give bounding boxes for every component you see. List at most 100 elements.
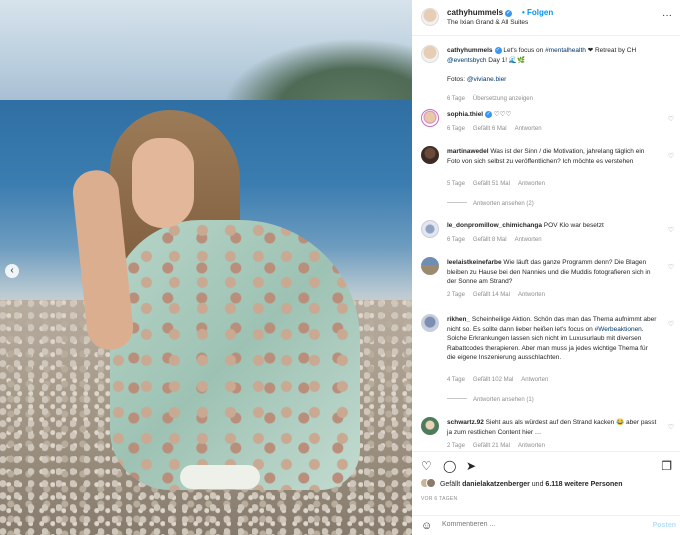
mention-link[interactable]: @eventsbych <box>447 57 486 64</box>
comment-username[interactable]: leelaistkeinefarbe <box>447 259 502 266</box>
post-panel: cathyhummels ✓ • Folgen The Ixian Grand &… <box>412 0 680 535</box>
follow-button[interactable]: • Folgen <box>522 8 553 17</box>
comment-avatar[interactable] <box>421 257 439 275</box>
comment-input[interactable] <box>442 521 632 528</box>
comment-avatar[interactable] <box>421 109 439 127</box>
comments-list[interactable]: cathyhummels ✓ Let's focus on #mentalheal… <box>412 37 680 451</box>
comment-avatar[interactable] <box>421 314 439 332</box>
comment-likes[interactable]: Gefällt 8 Mal <box>473 237 507 243</box>
post-photo[interactable]: ‹ <box>0 0 412 535</box>
comment-meta: 6 Tage Gefällt 6 Mal Antworten <box>447 126 550 132</box>
photo-face <box>132 138 194 228</box>
save-bookmark-icon[interactable]: ❐ <box>661 459 672 473</box>
comment-text: martinawedel Was ist der Sinn / die Moti… <box>447 147 657 166</box>
photo-dress <box>110 220 360 490</box>
previous-photo-icon[interactable]: ‹ <box>5 264 19 278</box>
caption-text: cathyhummels ✓ Let's focus on #mentalheal… <box>447 46 657 84</box>
comment-likes[interactable]: Gefällt 6 Mal <box>473 126 507 132</box>
comment-bubble-icon[interactable]: ◯ <box>443 459 456 473</box>
likes-middle: und <box>529 481 546 488</box>
comment-likes[interactable]: Gefällt 14 Mal <box>473 292 510 298</box>
comment-username[interactable]: martinawedel <box>447 148 489 155</box>
comment-age: 2 Tage <box>447 443 465 449</box>
comment-username[interactable]: le_donpromillow_chimichanga <box>447 222 542 229</box>
comment-likes[interactable]: Gefällt 21 Mal <box>473 443 510 449</box>
hashtag-link[interactable]: #mentalhealth <box>545 47 586 54</box>
likes-prefix: Gefällt <box>439 481 463 488</box>
caption-username[interactable]: cathyhummels <box>447 47 493 54</box>
follow-label[interactable]: Folgen <box>527 8 553 17</box>
reply-button[interactable]: Antworten <box>518 292 545 298</box>
comment-meta: 2 Tage Gefällt 14 Mal Antworten <box>447 292 553 298</box>
caption-text-pre: Let's focus on <box>501 47 546 54</box>
comment-meta: 5 Tage Gefällt 51 Mal Antworten <box>447 181 553 187</box>
liker-avatar <box>426 478 436 488</box>
comment-like-icon[interactable]: ♡ <box>668 320 674 328</box>
comment-meta: 2 Tage Gefällt 21 Mal Antworten <box>447 443 553 449</box>
comment-age: 6 Tage <box>447 126 465 132</box>
caption-age: 6 Tage <box>447 96 465 102</box>
author-avatar[interactable] <box>421 8 439 26</box>
comment-body: POV Klo war besetzt <box>542 222 604 229</box>
photo-hill <box>222 38 412 108</box>
reply-button[interactable]: Antworten <box>515 237 542 243</box>
comment-like-icon[interactable]: ♡ <box>668 226 674 234</box>
comment-meta: 4 Tage Gefällt 102 Mal Antworten <box>447 377 556 383</box>
photo-woman <box>70 110 370 500</box>
comment-username[interactable]: sophia.thiel <box>447 111 483 118</box>
likes-count[interactable]: 6.118 weitere Personen <box>545 481 622 488</box>
comment-age: 6 Tage <box>447 237 465 243</box>
comment-text: rikhen_ Scheinheilige Aktion. Schön das … <box>447 315 657 363</box>
comment-text: leelaistkeinefarbe Wie läuft das ganze P… <box>447 258 657 287</box>
comment-text: schwartz.92 Sieht aus als würdest auf de… <box>447 418 657 437</box>
verified-icon: ✓ <box>494 47 502 54</box>
post-comment-button[interactable]: Posten <box>653 522 676 529</box>
comment-avatar[interactable] <box>421 417 439 435</box>
liker-username[interactable]: danielakatzenberger <box>462 481 530 488</box>
add-comment-bar: ☺ Posten <box>412 515 680 535</box>
emoji-smile-icon[interactable]: ☺ <box>421 520 432 532</box>
caption-text-mid: ❤ Retreat by CH <box>585 47 637 54</box>
verified-icon: ✓ <box>505 10 513 17</box>
more-options-icon[interactable]: ··· <box>662 10 672 21</box>
reply-button[interactable]: Antworten <box>518 443 545 449</box>
caption-meta: 6 Tage Übersetzung anzeigen <box>447 96 541 102</box>
comment-avatar[interactable] <box>421 146 439 164</box>
comment-age: 5 Tage <box>447 181 465 187</box>
comment-body: ♡♡♡ <box>492 111 512 118</box>
post-actions: ♡ ◯ ➤ ❐ <box>412 451 680 479</box>
translate-button[interactable]: Übersetzung anzeigen <box>473 96 533 102</box>
caption-text-post: Day 1! 🌊🌿 <box>486 56 526 64</box>
author-username[interactable]: cathyhummels ✓ <box>447 8 513 17</box>
comment-avatar[interactable] <box>421 220 439 238</box>
reply-button[interactable]: Antworten <box>521 377 548 383</box>
comment-like-icon[interactable]: ♡ <box>668 152 674 160</box>
view-replies-button[interactable]: Antworten ansehen (1) <box>447 397 534 403</box>
comment-likes[interactable]: Gefällt 102 Mal <box>473 377 513 383</box>
comment-username[interactable]: rikhen_ <box>447 316 470 323</box>
comment-like-icon[interactable]: ♡ <box>668 423 674 431</box>
author-username-text[interactable]: cathyhummels <box>447 8 503 17</box>
view-replies-button[interactable]: Antworten ansehen (2) <box>447 201 534 207</box>
post-location[interactable]: The Ixian Grand & All Suites <box>447 19 528 26</box>
share-send-icon[interactable]: ➤ <box>466 459 476 473</box>
comment-like-icon[interactable]: ♡ <box>668 115 674 123</box>
reply-button[interactable]: Antworten <box>518 181 545 187</box>
hashtag-link[interactable]: #Werbeaktionen <box>595 326 642 333</box>
post-header: cathyhummels ✓ • Folgen The Ixian Grand &… <box>412 0 680 36</box>
reply-button[interactable]: Antworten <box>515 126 542 132</box>
caption-avatar[interactable] <box>421 45 439 63</box>
comment-username[interactable]: schwartz.92 <box>447 419 484 426</box>
comment-text: le_donpromillow_chimichanga POV Klo war … <box>447 221 657 231</box>
comment-text: sophia.thiel ✓ ♡♡♡ <box>447 110 657 120</box>
like-heart-icon[interactable]: ♡ <box>421 459 432 473</box>
comment-meta: 6 Tage Gefällt 8 Mal Antworten <box>447 237 550 243</box>
photo-credit-label: Fotos: <box>447 75 467 83</box>
post-date[interactable]: VOR 6 TAGEN <box>421 496 457 502</box>
likes-summary: Gefällt danielakatzenberger und 6.118 we… <box>420 478 622 488</box>
photo-credit-link[interactable]: @viviane.bier <box>467 76 506 83</box>
comment-age: 4 Tage <box>447 377 465 383</box>
comment-likes[interactable]: Gefällt 51 Mal <box>473 181 510 187</box>
comment-like-icon[interactable]: ♡ <box>668 263 674 271</box>
comment-age: 2 Tage <box>447 292 465 298</box>
